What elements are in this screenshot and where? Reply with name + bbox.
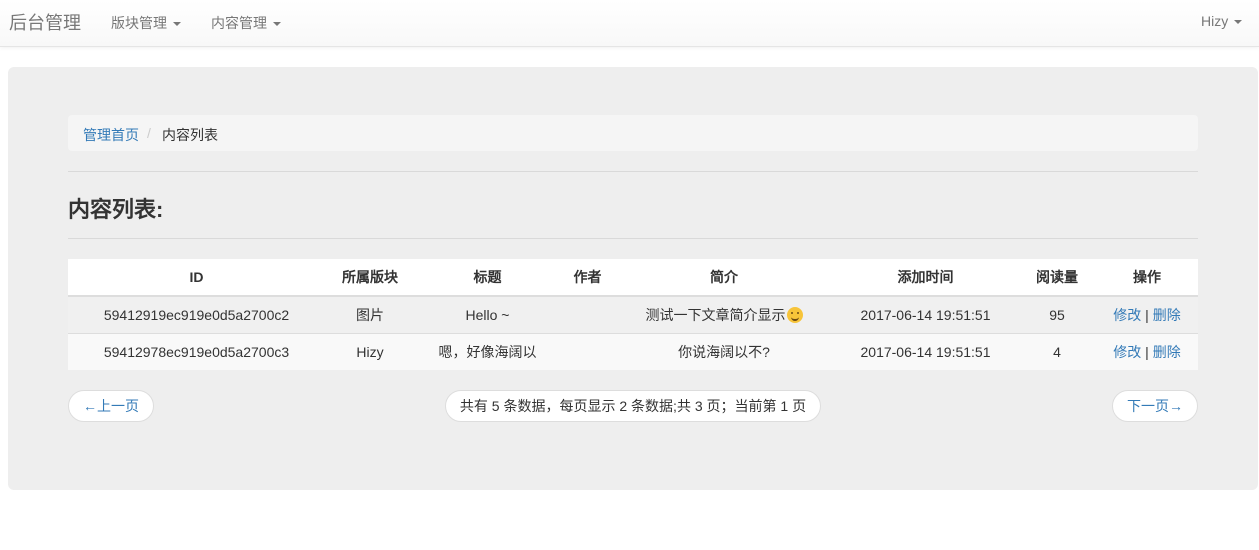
cell-actions: 修改 | 删除 <box>1096 295 1198 333</box>
table-row: 59412919ec919e0d5a2700c2 图片 Hello ~ 测试一下… <box>68 295 1198 333</box>
delete-link[interactable]: 删除 <box>1153 344 1181 360</box>
nav-dropdown-label: 版块管理 <box>111 15 167 31</box>
next-page-button[interactable]: 下一页→ <box>1112 390 1198 422</box>
breadcrumb-separator: / <box>147 125 151 141</box>
column-header-category: 所属版块 <box>325 259 415 297</box>
nav-dropdown-content-management[interactable]: 内容管理 <box>211 13 281 33</box>
nav-user-dropdown[interactable]: Hizy <box>1201 13 1243 29</box>
cell-author <box>560 295 615 333</box>
column-header-title: 标题 <box>415 259 560 297</box>
breadcrumb-current: 内容列表 <box>162 127 218 143</box>
cell-actions: 修改 | 删除 <box>1096 332 1198 370</box>
breadcrumb-home-link[interactable]: 管理首页 <box>83 125 139 145</box>
cell-views: 4 <box>1018 332 1096 370</box>
cell-summary: 测试一下文章简介显示 <box>615 295 833 333</box>
nav-dropdown-board-management[interactable]: 版块管理 <box>111 13 181 33</box>
cell-id: 59412978ec919e0d5a2700c3 <box>68 332 325 370</box>
caret-down-icon <box>173 22 181 27</box>
caret-down-icon <box>273 22 281 27</box>
cell-summary: 你说海阔以不? <box>615 332 833 370</box>
prev-page-button[interactable]: ←上一页 <box>68 390 154 422</box>
cell-views: 95 <box>1018 295 1096 333</box>
grinning-face-emoji-icon <box>786 306 803 323</box>
edit-link[interactable]: 修改 <box>1113 307 1141 323</box>
breadcrumb: 管理首页 / 内容列表 <box>68 115 1198 151</box>
divider <box>68 171 1198 172</box>
content-table: ID 所属版块 标题 作者 简介 添加时间 阅读量 操作 59412919ec9… <box>68 259 1198 370</box>
caret-down-icon <box>1234 20 1243 25</box>
column-header-time: 添加时间 <box>833 259 1018 297</box>
cell-title: 嗯，好像海阔以 <box>415 332 560 370</box>
user-name: Hizy <box>1201 13 1229 29</box>
cell-time: 2017-06-14 19:51:51 <box>833 332 1018 370</box>
column-header-summary: 简介 <box>615 259 833 297</box>
delete-link[interactable]: 删除 <box>1153 307 1181 323</box>
table-header-row: ID 所属版块 标题 作者 简介 添加时间 阅读量 操作 <box>68 259 1198 297</box>
column-header-author: 作者 <box>560 259 615 297</box>
action-separator: | <box>1145 306 1149 323</box>
cell-category: 图片 <box>325 295 415 333</box>
divider <box>68 238 1198 239</box>
pagination-info: 共有 5 条数据，每页显示 2 条数据;共 3 页；当前第 1 页 <box>445 390 821 422</box>
navbar: 后台管理 版块管理 内容管理 Hizy <box>0 0 1259 47</box>
column-header-id: ID <box>68 259 325 297</box>
column-header-actions: 操作 <box>1096 259 1198 297</box>
cell-author <box>560 332 615 370</box>
summary-text: 测试一下文章简介显示 <box>645 306 786 323</box>
column-header-views: 阅读量 <box>1018 259 1096 297</box>
action-separator: | <box>1145 343 1149 360</box>
nav-dropdown-label: 内容管理 <box>211 15 267 31</box>
cell-time: 2017-06-14 19:51:51 <box>833 295 1018 333</box>
cell-id: 59412919ec919e0d5a2700c2 <box>68 295 325 333</box>
cell-category: Hizy <box>325 332 415 370</box>
table-row: 59412978ec919e0d5a2700c3 Hizy 嗯，好像海阔以 你说… <box>68 332 1198 370</box>
cell-title: Hello ~ <box>415 295 560 333</box>
page-title: 内容列表: <box>68 197 164 222</box>
navbar-brand[interactable]: 后台管理 <box>9 9 81 35</box>
edit-link[interactable]: 修改 <box>1113 344 1141 360</box>
